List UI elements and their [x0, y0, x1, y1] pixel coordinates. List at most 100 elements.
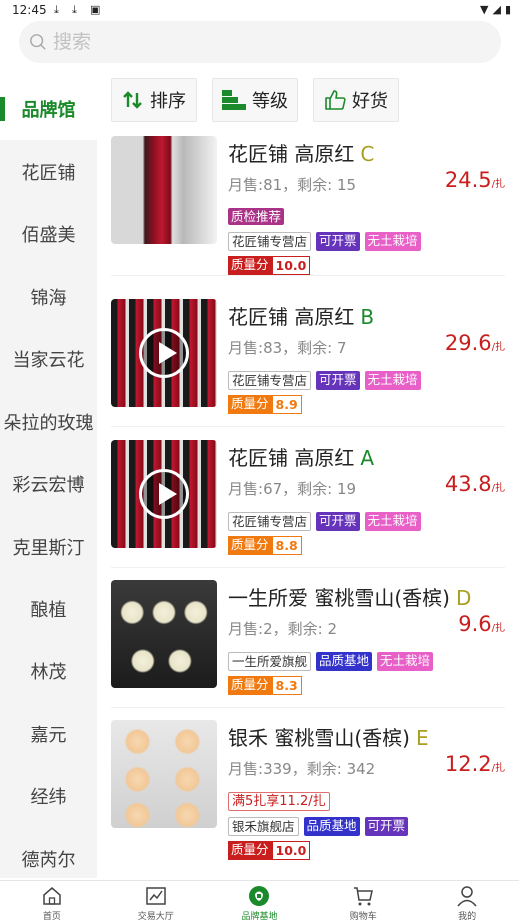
tag-row: 花匠铺专营店 可开票 无土栽培 — [228, 371, 421, 390]
grade-label: 等级 — [252, 91, 288, 112]
sidebar-item[interactable]: 当家云花 — [0, 328, 97, 390]
notification-icon: ▣ — [90, 3, 101, 16]
product-row[interactable]: 一生所爱 蜜桃雪山(香槟) D 月售:2，剩余: 2 9.6/扎 一生所爱旗舰 品… — [111, 580, 505, 708]
wifi-icon: ▼ — [480, 3, 489, 16]
shop-tag[interactable]: 花匠铺专营店 — [228, 371, 312, 390]
bottom-nav: 首页 交易大厅 品牌基地 购物车 我的 — [0, 880, 519, 924]
cart-icon — [354, 887, 374, 906]
quality-score: 质量分 8.8 — [228, 536, 302, 555]
tag-row: 花匠铺专营店 可开票 无土栽培 — [228, 232, 421, 251]
sidebar-item[interactable]: 朵拉的玫瑰 — [0, 391, 97, 453]
user-icon — [457, 886, 477, 907]
nav-mine[interactable]: 我的 — [415, 881, 519, 924]
product-row[interactable]: 花匠铺 高原红 A 月售:67，剩余: 19 43.8/扎 花匠铺专营店 可开票 … — [111, 440, 505, 568]
nav-home[interactable]: 首页 — [0, 881, 104, 924]
video-play-icon[interactable] — [139, 328, 189, 378]
nav-trade-hall[interactable]: 交易大厅 — [104, 881, 208, 924]
sidebar-item[interactable]: 酿植 — [0, 578, 97, 640]
download-icon: ⤓ — [72, 3, 77, 16]
soilless-tag: 无土栽培 — [364, 512, 421, 531]
sidebar-item[interactable]: 彩云宏博 — [0, 453, 97, 515]
good-goods-label: 好货 — [352, 91, 388, 112]
product-image[interactable] — [111, 720, 217, 828]
sort-button[interactable]: 排序 — [111, 78, 197, 122]
product-grade: A — [360, 446, 375, 470]
product-price: 24.5/扎 — [444, 168, 505, 192]
shop-tag[interactable]: 一生所爱旗舰 — [228, 652, 312, 671]
chart-icon — [145, 887, 166, 905]
invoice-tag: 可开票 — [316, 371, 360, 390]
product-image[interactable] — [111, 136, 217, 244]
video-play-icon[interactable] — [139, 469, 189, 519]
grade-icon — [222, 90, 246, 110]
product-name[interactable]: 花匠铺 高原红 B — [228, 301, 374, 330]
product-price: 43.8/扎 — [444, 472, 505, 496]
good-goods-button[interactable]: 好货 — [313, 78, 399, 122]
product-name[interactable]: 一生所爱 蜜桃雪山(香槟) D — [228, 582, 471, 611]
sort-label: 排序 — [150, 91, 186, 112]
product-sales: 月售:83，剩余: 7 — [228, 339, 347, 357]
invoice-tag: 可开票 — [316, 232, 360, 251]
soilless-tag: 无土栽培 — [377, 652, 434, 671]
product-grade: E — [415, 726, 429, 750]
product-name-text: 花匠铺 高原红 — [228, 446, 355, 470]
product-price: 29.6/扎 — [444, 331, 505, 355]
product-name-text: 银禾 蜜桃雪山(香槟) — [228, 726, 410, 750]
sidebar-item-brand-hall[interactable]: 品牌馆 — [0, 78, 97, 140]
sidebar-item[interactable]: 花匠铺 — [0, 141, 97, 203]
product-grade: B — [360, 305, 375, 329]
sort-icon — [123, 91, 142, 109]
tag-row: 银禾旗舰店 品质基地 可开票 — [228, 817, 409, 836]
product-image[interactable] — [111, 580, 217, 688]
product-row[interactable]: 花匠铺 高原红 B 月售:83，剩余: 7 29.6/扎 花匠铺专营店 可开票 无… — [111, 299, 505, 427]
search-bar[interactable] — [19, 21, 501, 63]
invoice-tag: 可开票 — [316, 512, 360, 531]
sidebar-item[interactable]: 经纬 — [0, 765, 97, 827]
tag-row: 花匠铺专营店 可开票 无土栽培 — [228, 512, 421, 531]
product-name-text: 花匠铺 高原红 — [228, 142, 355, 166]
promo-tag: 满5扎享11.2/扎 — [228, 792, 330, 811]
shop-tag[interactable]: 银禾旗舰店 — [228, 817, 299, 836]
grade-button[interactable]: 等级 — [212, 78, 298, 122]
status-bar: 12:45 ⤓ ⤓ ▣ ▼ ◢ ▮ — [0, 0, 519, 20]
product-name[interactable]: 银禾 蜜桃雪山(香槟) E — [228, 722, 429, 751]
product-sales: 月售:67，剩余: 19 — [228, 480, 357, 498]
sidebar-item[interactable]: 林茂 — [0, 640, 97, 702]
quality-score: 质量分 8.3 — [228, 676, 302, 695]
soilless-tag: 无土栽培 — [364, 232, 421, 251]
product-sales: 月售:2，剩余: 2 — [228, 620, 338, 638]
nav-cart[interactable]: 购物车 — [311, 881, 415, 924]
sidebar-item[interactable]: 锦海 — [0, 266, 97, 328]
signal-icon: ◢ — [492, 3, 501, 16]
tag-row: 一生所爱旗舰 品质基地 无土栽培 — [228, 652, 434, 671]
product-grade: C — [360, 142, 375, 166]
product-sales: 月售:339，剩余: 342 — [228, 760, 376, 778]
product-name[interactable]: 花匠铺 高原红 A — [228, 442, 374, 471]
qc-tag-row: 质检推荐 — [228, 208, 285, 225]
brand-sidebar: 品牌馆 花匠铺 佰盛美 锦海 当家云花 朵拉的玫瑰 彩云宏博 克里斯汀 酿植 林… — [0, 78, 97, 878]
download-icon: ⤓ — [54, 3, 59, 16]
shop-tag[interactable]: 花匠铺专营店 — [228, 232, 312, 251]
invoice-tag: 可开票 — [364, 817, 409, 836]
quality-score: 质量分 10.0 — [228, 256, 311, 275]
product-price: 12.2/扎 — [444, 752, 505, 776]
sidebar-item[interactable]: 嘉元 — [0, 703, 97, 765]
sidebar-item[interactable]: 佰盛美 — [0, 203, 97, 265]
promo-row: 满5扎享11.2/扎 — [228, 792, 330, 811]
nav-brand-base[interactable]: 品牌基地 — [208, 881, 312, 924]
thumbs-up-icon — [325, 90, 346, 110]
product-sales: 月售:81，剩余: 15 — [228, 176, 357, 194]
sidebar-item[interactable]: 克里斯汀 — [0, 516, 97, 578]
battery-icon: ▮ — [504, 3, 511, 16]
product-name[interactable]: 花匠铺 高原红 C — [228, 138, 374, 167]
search-input[interactable] — [53, 31, 453, 53]
product-name-text: 一生所爱 蜜桃雪山(香槟) — [228, 586, 450, 610]
home-icon — [43, 887, 61, 905]
product-row[interactable]: 花匠铺 高原红 C 月售:81，剩余: 15 24.5/扎 质检推荐 花匠铺专营店… — [111, 136, 505, 276]
product-price: 9.6/扎 — [458, 612, 505, 636]
product-row[interactable]: 银禾 蜜桃雪山(香槟) E 月售:339，剩余: 342 12.2/扎 满5扎享1… — [111, 720, 505, 870]
quality-score: 质量分 10.0 — [228, 841, 311, 860]
quality-base-tag: 品质基地 — [316, 652, 373, 671]
shop-tag[interactable]: 花匠铺专营店 — [228, 512, 312, 531]
quality-base-tag: 品质基地 — [303, 817, 360, 836]
